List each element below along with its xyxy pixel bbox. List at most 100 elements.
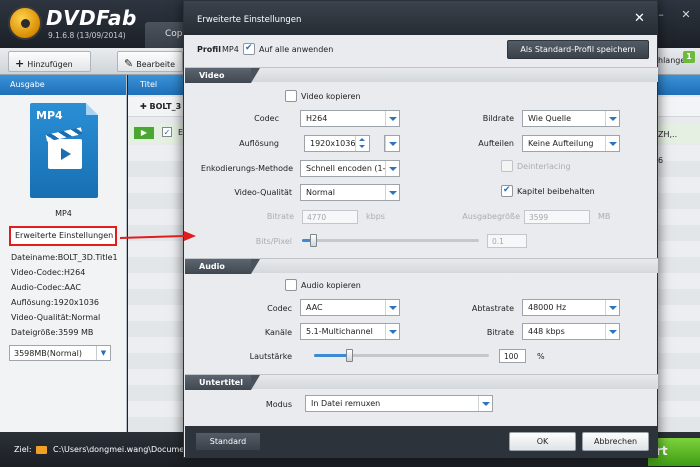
edit-icon: ✎ [124, 57, 134, 70]
split-select[interactable]: Keine Aufteilung [522, 135, 620, 152]
output-size-select[interactable]: 3598MB(Normal) ▼ [9, 345, 111, 361]
add-button[interactable]: + Hinzufügen [8, 51, 91, 72]
subtitle-mode-value: In Datei remuxen [311, 399, 381, 408]
audio-copy-checkbox[interactable] [285, 279, 297, 291]
subtitle-mode-select[interactable]: In Datei remuxen [305, 395, 493, 412]
edit-button[interactable]: ✎ Bearbeite [117, 51, 183, 72]
info-file-size: Dateigröße:3599 MB [11, 328, 94, 337]
keep-chapters-label: Kapitel beibehalten [517, 187, 595, 196]
audio-section-title: Audio [185, 259, 260, 274]
profile-value: MP4 [222, 45, 239, 54]
advanced-settings-button[interactable]: Erweiterte Einstellungen [9, 226, 117, 246]
bits-per-pixel-slider-thumb[interactable] [310, 234, 317, 247]
resolution-value: 1920x1036 [310, 139, 356, 148]
ok-button[interactable]: OK [509, 432, 576, 451]
standard-button[interactable]: Standard [195, 432, 261, 451]
keep-chapters-checkbox[interactable] [501, 185, 513, 197]
folder-icon[interactable] [36, 446, 47, 454]
video-quality-select[interactable]: Normal [300, 184, 400, 201]
dialog-title-bar: Erweiterte Einstellungen ✕ [184, 1, 657, 35]
volume-slider-thumb[interactable] [346, 349, 353, 362]
split-label: Aufteilen [478, 139, 514, 148]
output-size-label: Ausgabegröße [462, 212, 520, 221]
title-row-main-label: BOLT_3 [149, 102, 182, 111]
resolution-label: Auflösung [239, 139, 279, 148]
close-icon[interactable]: ✕ [634, 12, 645, 25]
right-column-text-1: ZH,.. [658, 130, 678, 139]
volume-input[interactable]: 100 [499, 349, 526, 363]
audio-section-header: Audio [185, 258, 658, 274]
output-size-input[interactable]: 3599 [524, 210, 590, 224]
dialog-title: Erweiterte Einstellungen [197, 15, 302, 25]
target-label: Ziel: [14, 445, 32, 454]
chevron-down-icon [605, 111, 619, 126]
output-panel: Ausgabe MP4 MP4 Erweiterte Einstellungen… [0, 75, 127, 432]
bits-per-pixel-input[interactable]: 0.1 [487, 234, 527, 248]
deinterlacing-checkbox[interactable] [501, 160, 513, 172]
edit-button-label: Bearbeite [136, 60, 176, 69]
resolution-select[interactable]: 1920x1036 [304, 135, 370, 152]
chevron-down-icon: ▼ [96, 346, 110, 360]
subtitle-section-header: Untertitel [185, 374, 658, 390]
target-path[interactable]: C:\Users\dongmei.wang\Documen [53, 445, 189, 454]
volume-slider-fill [314, 354, 349, 357]
title-checkbox[interactable]: ✓ [162, 127, 172, 137]
encoding-method-select[interactable]: Schnell encoden (1-p [300, 160, 400, 177]
expand-icon[interactable]: ✚ [140, 102, 150, 111]
encoding-method-label: Enkodierungs-Methode [200, 164, 293, 173]
right-column-text-2: 6 [658, 156, 664, 165]
video-codec-value: H264 [306, 114, 328, 123]
video-copy-checkbox[interactable] [285, 90, 297, 102]
app-version: 9.1.6.8 (13/09/2014) [48, 31, 126, 40]
audio-codec-value: AAC [306, 303, 323, 312]
chevron-down-icon [385, 185, 399, 200]
chevron-down-icon [605, 300, 619, 315]
volume-slider[interactable] [314, 354, 489, 357]
bits-per-pixel-slider[interactable] [302, 239, 479, 242]
audio-codec-label: Codec [267, 304, 292, 313]
video-bitrate-input[interactable]: 4770 [302, 210, 358, 224]
file-type-label: MP4 [36, 109, 63, 122]
play-icon[interactable]: ▶ [134, 127, 154, 139]
sample-rate-label: Abtastrate [471, 304, 514, 313]
dvdfab-logo-icon [8, 6, 42, 40]
video-bitrate-unit: kbps [366, 212, 385, 221]
deinterlacing-label: Deinterlacing [517, 162, 571, 171]
encoding-method-value: Schnell encoden (1-p [306, 164, 391, 173]
output-size-value: 3598MB(Normal) [14, 349, 82, 358]
save-default-profile-button[interactable]: Als Standard-Profil speichern [507, 40, 649, 59]
close-app-icon[interactable]: ✕ [680, 9, 692, 21]
clapperboard-icon [48, 139, 82, 169]
chevron-down-icon [605, 136, 619, 151]
video-quality-label: Video-Qualität [234, 188, 292, 197]
info-audio-codec: Audio-Codec:AAC [11, 283, 81, 292]
chevron-down-icon [605, 324, 619, 339]
audio-bitrate-select[interactable]: 448 kbps [522, 323, 620, 340]
apply-all-label: Auf alle anwenden [259, 45, 334, 54]
profile-label: Profil [197, 45, 221, 54]
output-size-unit: MB [598, 212, 611, 221]
apply-all-checkbox[interactable] [243, 43, 255, 55]
output-panel-header: Ausgabe [0, 75, 126, 95]
chevron-down-icon [385, 136, 399, 151]
video-section-title: Video [185, 68, 260, 83]
chevron-down-icon [478, 396, 492, 411]
audio-bitrate-label: Bitrate [486, 328, 514, 337]
video-codec-select[interactable]: H264 [300, 110, 400, 127]
subtitle-section-title: Untertitel [185, 375, 260, 390]
video-codec-label: Codec [254, 114, 279, 123]
video-section-header: Video [185, 67, 658, 83]
audio-bitrate-value: 448 kbps [528, 327, 565, 336]
cancel-button[interactable]: Abbrechen [582, 432, 649, 451]
app-logo-text: DVDFab [46, 6, 137, 30]
info-video-quality: Video-Qualität:Normal [11, 313, 101, 322]
video-copy-label: Video kopieren [301, 92, 361, 101]
subtitle-mode-label: Modus [265, 400, 292, 409]
sample-rate-select[interactable]: 48000 Hz [522, 299, 620, 316]
info-video-codec: Video-Codec:H264 [11, 268, 86, 277]
volume-unit: % [537, 352, 545, 361]
frame-rate-select[interactable]: Wie Quelle [522, 110, 620, 127]
channels-select[interactable]: 5.1-Multichannel [300, 323, 400, 340]
resolution-dropdown-button[interactable] [384, 135, 400, 152]
audio-codec-select[interactable]: AAC [300, 299, 400, 316]
